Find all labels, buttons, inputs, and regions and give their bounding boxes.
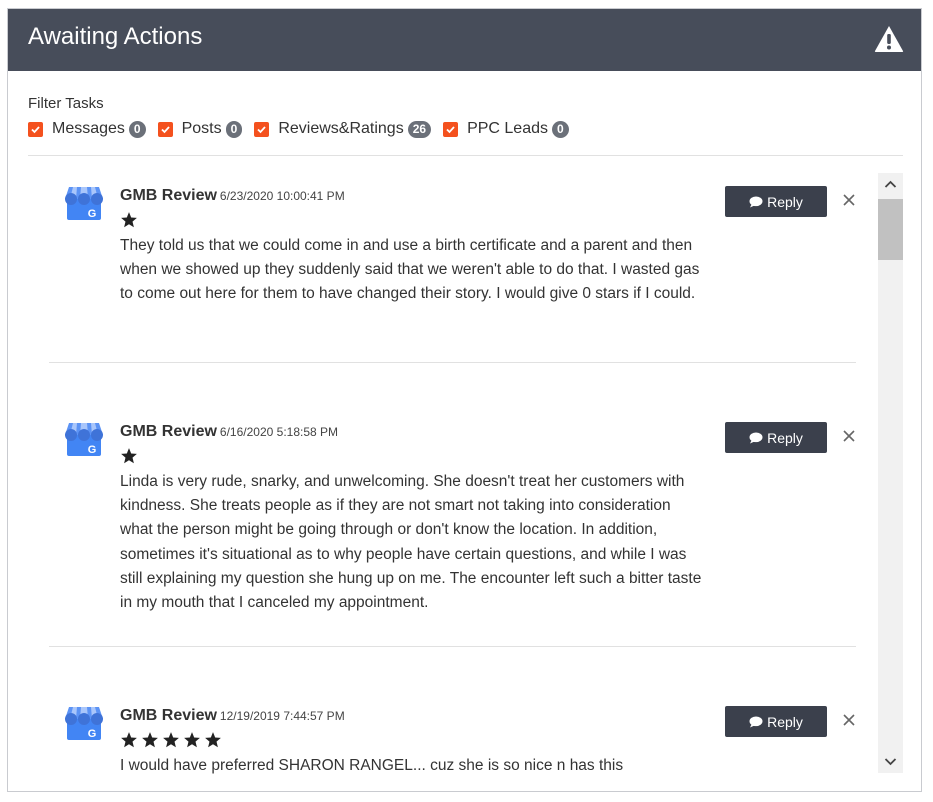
warning-icon bbox=[874, 25, 904, 53]
comment-icon bbox=[749, 432, 763, 443]
review-text: I would have preferred SHARON RANGEL... … bbox=[120, 757, 624, 774]
reviews-ratings-count-badge: 26 bbox=[407, 120, 432, 138]
review-item: G GMB Review 6/16/2020 5:18:58 PM Linda i… bbox=[8, 393, 878, 647]
reply-button[interactable]: Reply bbox=[725, 186, 827, 217]
filter-posts-label[interactable]: Posts bbox=[182, 120, 222, 138]
reviews-ratings-checkbox[interactable] bbox=[254, 121, 270, 137]
review-source-name: GMB Review bbox=[120, 707, 217, 724]
comment-icon bbox=[749, 196, 763, 207]
google-my-business-icon: G bbox=[64, 705, 104, 741]
reply-label: Reply bbox=[767, 713, 803, 730]
filter-messages-label[interactable]: Messages bbox=[52, 120, 125, 138]
svg-text:G: G bbox=[88, 208, 97, 220]
star-icon bbox=[142, 732, 158, 748]
messages-count-badge: 0 bbox=[128, 120, 146, 138]
review-date: 6/16/2020 5:18:58 PM bbox=[219, 425, 339, 439]
awaiting-actions-panel: Awaiting Actions Filter Tasks Messages 0… bbox=[7, 8, 922, 792]
scrollbar-thumb[interactable] bbox=[878, 199, 903, 260]
ppc-leads-checkbox[interactable] bbox=[443, 121, 459, 137]
star-icon bbox=[184, 732, 200, 748]
review-item: G GMB Review 6/23/2020 10:00:41 PM They t… bbox=[8, 157, 878, 363]
review-divider bbox=[49, 646, 856, 647]
review-source: GMB Review 6/16/2020 5:18:58 PM bbox=[120, 423, 338, 441]
filter-section: Filter Tasks bbox=[28, 95, 104, 113]
review-item: G GMB Review 12/19/2019 7:44:57 PM I woul… bbox=[8, 677, 878, 777]
divider bbox=[28, 155, 903, 156]
star-icon bbox=[163, 732, 179, 748]
messages-checkbox[interactable] bbox=[28, 121, 43, 137]
posts-checkbox[interactable] bbox=[157, 121, 173, 137]
review-source: GMB Review 6/23/2020 10:00:41 PM bbox=[120, 187, 345, 205]
panel-title: Awaiting Actions bbox=[28, 23, 203, 50]
dismiss-icon[interactable] bbox=[842, 713, 856, 727]
panel-header: Awaiting Actions bbox=[8, 9, 921, 71]
star-rating bbox=[120, 447, 141, 467]
review-source-name: GMB Review bbox=[120, 423, 217, 440]
posts-count-badge: 0 bbox=[225, 120, 243, 138]
review-text: They told us that we could come in and u… bbox=[120, 237, 700, 303]
svg-text:G: G bbox=[88, 444, 97, 456]
ppc-leads-count-badge: 0 bbox=[552, 120, 569, 138]
star-icon bbox=[121, 448, 137, 464]
scroll-up-icon[interactable] bbox=[878, 173, 903, 195]
dismiss-icon[interactable] bbox=[842, 429, 856, 443]
filter-options: Messages 0 Posts 0 Reviews&Ratings 26 PP… bbox=[28, 119, 581, 139]
dismiss-icon[interactable] bbox=[842, 193, 856, 207]
scroll-down-icon[interactable] bbox=[878, 751, 903, 773]
review-text: Linda is very rude, snarky, and unwelcom… bbox=[120, 473, 702, 612]
google-my-business-icon: G bbox=[64, 421, 104, 457]
filter-ppc-leads-label[interactable]: PPC Leads bbox=[467, 120, 548, 138]
star-rating bbox=[120, 211, 141, 231]
review-date: 6/23/2020 10:00:41 PM bbox=[219, 189, 345, 203]
star-rating bbox=[120, 731, 225, 751]
reply-button[interactable]: Reply bbox=[725, 422, 827, 453]
review-source-name: GMB Review bbox=[120, 187, 217, 204]
review-date: 12/19/2019 7:44:57 PM bbox=[219, 709, 345, 723]
star-icon bbox=[205, 732, 221, 748]
reply-button[interactable]: Reply bbox=[725, 706, 827, 737]
google-my-business-icon: G bbox=[64, 185, 104, 221]
scrollbar[interactable] bbox=[878, 173, 903, 773]
star-icon bbox=[121, 212, 137, 228]
filter-label: Filter Tasks bbox=[28, 95, 104, 112]
review-divider bbox=[49, 362, 856, 363]
svg-text:G: G bbox=[88, 728, 97, 740]
comment-icon bbox=[749, 716, 763, 727]
review-list: G GMB Review 6/23/2020 10:00:41 PM They t… bbox=[8, 157, 878, 777]
filter-reviews-ratings-label[interactable]: Reviews&Ratings bbox=[278, 120, 403, 138]
star-icon bbox=[121, 732, 137, 748]
reply-label: Reply bbox=[767, 193, 803, 210]
review-source: GMB Review 12/19/2019 7:44:57 PM bbox=[120, 707, 345, 725]
reply-label: Reply bbox=[767, 429, 803, 446]
